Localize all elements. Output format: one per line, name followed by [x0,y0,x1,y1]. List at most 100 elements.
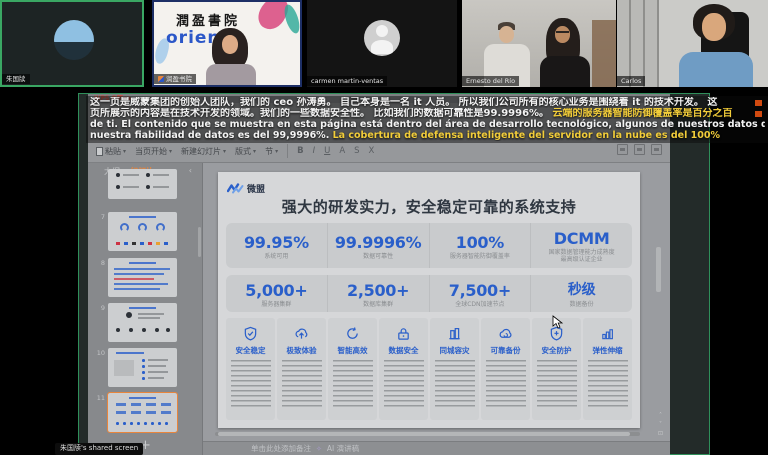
caption-marker-icon [755,111,762,117]
current-slide: 微盟 强大的研发实力，安全稳定可靠的系统支持 99.95% 系统可用 99.99… [218,172,640,428]
city-buildings-icon [447,326,462,341]
feature-card: 安全稳定 [226,318,275,420]
slide-nav-controls[interactable]: ˄ ˅ ⊡ [658,413,663,436]
leaf-decoration [282,3,302,35]
paste-icon [96,147,103,156]
avatar-placeholder-icon [364,20,400,56]
italic-button[interactable]: I [313,146,316,156]
slide-thumbnail[interactable]: 9 [88,303,203,342]
notes-placeholder[interactable]: 单击此处添加备注 [251,443,311,454]
stat-database-cluster: 2,500+ 数据库集群 [327,275,429,312]
person-silhouette [540,56,590,87]
horizontal-scrollbar[interactable] [215,432,640,436]
person-silhouette [679,52,753,87]
feature-cards: 安全稳定 极致体验 智能高效 [226,318,632,420]
caption-marker-icon [755,100,762,106]
person-silhouette [555,26,570,43]
stat-data-reliability: 99.9996% 数据可靠性 [327,223,429,268]
person-silhouette [702,13,726,41]
slide-thumbnail-current[interactable]: 11 [88,393,203,432]
slide-canvas: 微盟 强大的研发实力，安全稳定可靠的系统支持 99.95% 系统可用 99.99… [203,163,670,455]
caption-highlight: La cobertura de defensa inteligente del … [333,130,720,141]
layout-button[interactable]: 版式▾ [235,146,256,157]
feature-description-lines [588,360,628,408]
chevron-down-icon: ▾ [275,148,278,155]
feature-description-lines [231,360,271,408]
notes-bar[interactable]: 单击此处添加备注 ✧ AI 演讲稿 [203,441,670,455]
slide-thumbnail[interactable]: 8 [88,258,203,297]
slide-title: 强大的研发实力，安全稳定可靠的系统支持 [218,196,640,217]
participant-name: 朱国牍 [2,74,30,84]
elastic-scale-icon [600,326,615,341]
slide-thumbnail[interactable]: 10 [88,348,203,387]
bold-button[interactable]: B [297,146,303,156]
new-slide-button[interactable]: 新建幻灯片▾ [181,146,226,157]
font-color-button[interactable]: A [339,146,345,156]
feature-description-lines [333,360,373,408]
shield-check-icon [243,326,258,341]
participant-name: carmen martin-ventas [307,76,387,86]
cloud-upload-icon [294,326,309,341]
participant-tile-4[interactable]: Ernesto del Río [462,0,616,87]
picture-button[interactable] [651,144,662,155]
participant-tile-3[interactable]: carmen martin-ventas [307,0,457,87]
person-silhouette [499,26,514,43]
feature-card: 同城容灾 [430,318,479,420]
background-window [617,0,659,87]
person-silhouette [206,64,256,87]
cloud-backup-icon [498,326,513,341]
slide-thumbnail[interactable]: 7 [88,212,203,251]
wps-presentation-window: WPS Office 粘贴▾ 当页开始▾ 新建幻灯片▾ 版式▾ 节▾ B I U [88,94,670,455]
caption-line-es-1: de ti. El contenido que se muestra en es… [90,119,765,130]
feature-card: 弹性伸缩 [583,318,632,420]
chevron-down-icon: ▾ [223,148,226,155]
chevron-down-icon: ▾ [253,148,256,155]
participant-name: 润盈书院 [154,74,196,84]
avatar [54,20,94,60]
background-furniture [592,20,616,87]
participant-name: Ernesto del Río [462,76,519,86]
participant-tile-1[interactable]: 朱国牍 [0,0,144,87]
underline-button[interactable]: U [324,146,330,156]
stats-row-1: 99.95% 系统可用 99.9996% 数据可靠性 100% 服务器智能防御覆… [226,223,632,268]
toolbar-divider [287,144,288,158]
next-slide-icon[interactable]: ˅ [658,422,663,427]
paste-button[interactable]: 粘贴▾ [96,146,126,157]
text-box-button[interactable] [617,144,628,155]
previous-slide-icon[interactable]: ˄ [658,413,663,418]
from-current-slide-button[interactable]: 当页开始▾ [135,146,172,157]
superscript-button[interactable]: X [369,146,375,156]
weimob-logo: 微盟 [227,182,265,195]
ai-sparkle-icon: ✧ [316,445,322,453]
vertical-scrollbar[interactable] [656,167,661,429]
strikethrough-button[interactable]: S [354,146,359,156]
wps-toolbar: 粘贴▾ 当页开始▾ 新建幻灯片▾ 版式▾ 节▾ B I U A S X [88,140,670,163]
feature-description-lines [282,360,322,408]
slide-thumbnail[interactable] [88,169,203,199]
feature-card: 安全防护 [532,318,581,420]
chevron-down-icon: ▾ [169,148,172,155]
shapes-button[interactable] [634,144,645,155]
ai-speech-button[interactable]: AI 演讲稿 [327,443,359,454]
stat-dcmm: DCMM 国家数据管理能力成熟度 最高级认证企业 [530,223,632,268]
feature-description-lines [435,360,475,408]
feature-card: 极致体验 [277,318,326,420]
chevron-down-icon: ▾ [123,148,126,155]
fit-view-icon[interactable]: ⊡ [658,431,663,436]
shared-screen-label: 朱国牍's shared screen [55,443,143,455]
feature-card: 数据安全 [379,318,428,420]
panel-scrollbar[interactable] [198,227,201,257]
feature-description-lines [486,360,526,408]
caption-line-zh-1: 这一页是威蒙集团的创始人团队，我们的 ceo 孙涛勇。 自己本身是一名 it 人… [90,97,765,108]
weimob-logo-icon [227,183,244,194]
participant-tile-5[interactable]: Carlos [617,0,768,87]
participant-name: Carlos [617,76,645,86]
stats-row-2: 5,000+ 服务器集群 2,500+ 数据库集群 7,500+ 全球CDN加速… [226,275,632,312]
section-button[interactable]: 节▾ [265,146,278,157]
caption-line-zh-2: 页所展示的内容是在技术开发的领域。我们的一些数据安全性。 比如我们的数据可靠性是… [90,108,765,119]
participant-tile-2[interactable]: 潤盈書院 oriente 润盈书院 [152,0,302,87]
slide-panel: 大纲 幻灯片 ‹ 7 [88,163,203,455]
caption-highlight: 云端的服务器智能防御覆盖率是百分之百 [553,108,733,119]
feature-description-lines [537,360,577,408]
virtual-bg-title: 潤盈書院 [176,10,240,29]
